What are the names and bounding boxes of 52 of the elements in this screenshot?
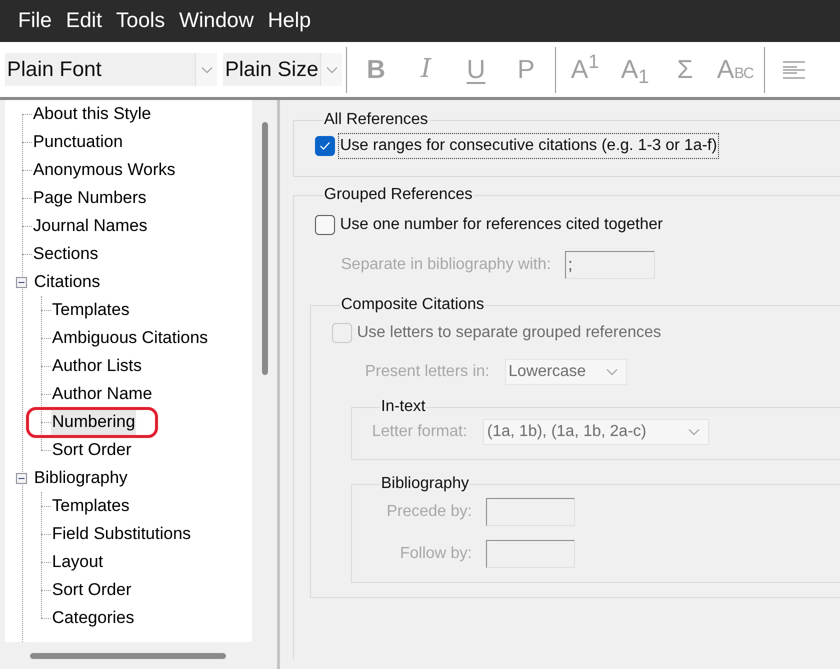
tree-item[interactable]: Journal Names	[32, 213, 148, 239]
checkbox[interactable]	[315, 136, 335, 156]
collapse-icon[interactable]	[16, 472, 27, 484]
scrollbar-thumb[interactable]	[262, 122, 268, 375]
collapse-icon[interactable]	[16, 276, 27, 288]
scrollbar-thumb[interactable]	[30, 652, 226, 658]
font-select[interactable]: Plain Font	[5, 53, 217, 86]
tree-item[interactable]: Sections	[32, 241, 100, 267]
chevron-down-icon	[326, 66, 338, 74]
group-title: In-text	[380, 397, 426, 417]
field-label: Follow by:	[398, 544, 472, 564]
align-left-icon	[782, 60, 806, 80]
size-select[interactable]: Plain Size	[223, 53, 342, 86]
group-title: Grouped References	[323, 185, 474, 205]
checkbox-label[interactable]: Use one number for references cited together	[339, 213, 664, 237]
group-title: Bibliography	[380, 474, 470, 494]
tree-item[interactable]: About this Style	[32, 101, 152, 127]
tree-item[interactable]: Author Lists	[51, 353, 143, 379]
tree-item[interactable]: Sort Order	[51, 577, 132, 603]
tree-item[interactable]: Field Substitutions	[51, 521, 192, 547]
chevron-down-icon	[606, 368, 618, 376]
tree-item[interactable]: Bibliography	[33, 465, 129, 491]
menu-item[interactable]: Tools	[116, 5, 166, 37]
tree-item[interactable]: Templates	[51, 493, 130, 519]
tree-item[interactable]: Ambiguous Citations	[51, 325, 209, 351]
group-title: Composite Citations	[340, 295, 486, 315]
menu-item[interactable]: Window	[179, 5, 254, 37]
field-label: Letter format:	[372, 422, 468, 442]
field-label: Precede by:	[386, 502, 472, 522]
menu-item[interactable]: Edit	[66, 5, 102, 37]
menu-item[interactable]: File	[18, 5, 52, 37]
chevron-down-icon	[688, 428, 700, 436]
tree-item[interactable]: Anonymous Works	[32, 157, 176, 183]
tree-item[interactable]: Sort Order	[51, 437, 132, 463]
checkbox-label[interactable]: Use ranges for consecutive citations (e.g. 1-3 or 1a-f)	[339, 134, 718, 158]
field-label: Separate in bibliography with:	[341, 255, 551, 275]
text-field[interactable]	[486, 540, 575, 568]
tree-item[interactable]: Numbering	[51, 409, 136, 435]
tree-item[interactable]: Page Numbers	[32, 185, 148, 211]
text-field[interactable]	[486, 498, 575, 526]
tree-item[interactable]: Punctuation	[32, 129, 124, 155]
check-icon	[319, 141, 331, 151]
field-label: Present letters in:	[365, 362, 490, 382]
chevron-down-icon	[200, 66, 212, 74]
tree-item[interactable]: Author Name	[51, 381, 154, 407]
tree-item[interactable]: Templates	[51, 297, 130, 323]
checkbox[interactable]	[315, 215, 335, 235]
tree-item[interactable]: Layout	[51, 549, 104, 575]
group-title: All References	[323, 110, 430, 130]
tree-item[interactable]: Citations	[33, 269, 102, 295]
tree-item[interactable]: Categories	[51, 605, 136, 631]
menu-item[interactable]: Help	[268, 5, 311, 37]
